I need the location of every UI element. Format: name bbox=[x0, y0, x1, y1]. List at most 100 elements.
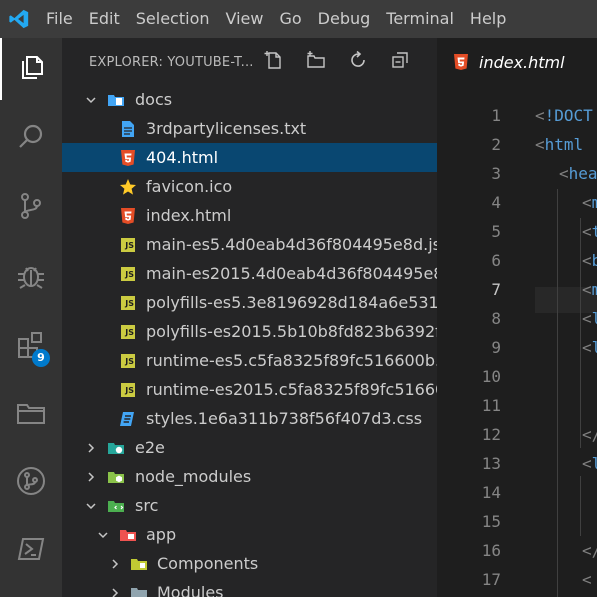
tree-item-label: main-es2015.4d0eab4d36f804495e8... bbox=[146, 264, 437, 283]
html5-icon bbox=[452, 53, 470, 71]
line-number: 1 bbox=[491, 106, 501, 125]
code-line: <l bbox=[582, 338, 597, 357]
tree-file-js[interactable]: JS main-es2015.4d0eab4d36f804495e8... bbox=[62, 259, 437, 288]
powershell-activity-button[interactable] bbox=[0, 520, 62, 582]
javascript-icon: JS bbox=[119, 265, 137, 283]
explorer-header: EXPLORER: YOUTUBE-T... bbox=[62, 38, 437, 86]
tree-file-js[interactable]: JS polyfills-es5.3e8196928d184a6e531... bbox=[62, 288, 437, 317]
html5-icon bbox=[119, 207, 137, 225]
menu-debug[interactable]: Debug bbox=[310, 0, 379, 38]
javascript-icon: JS bbox=[119, 323, 137, 341]
tree-item-label: runtime-es5.c5fa8325f89fc516600b.js bbox=[146, 351, 437, 370]
tree-item-label: 3rdpartylicenses.txt bbox=[146, 119, 307, 138]
line-number: 8 bbox=[491, 309, 501, 328]
line-number: 15 bbox=[481, 512, 501, 531]
new-folder-icon bbox=[306, 50, 326, 74]
tree-file-css[interactable]: styles.1e6a311b738f56f407d3.css bbox=[62, 404, 437, 433]
vscode-logo-icon bbox=[0, 0, 38, 38]
git-graph-activity-button[interactable] bbox=[0, 452, 62, 514]
new-file-icon bbox=[264, 50, 284, 74]
menu-file[interactable]: File bbox=[38, 0, 81, 38]
menu-selection[interactable]: Selection bbox=[128, 0, 218, 38]
activity-bar: 9 bbox=[0, 38, 62, 597]
tree-item-label: runtime-es2015.c5fa8325f89fc51660... bbox=[146, 380, 437, 399]
code-line: <l bbox=[582, 309, 597, 328]
tree-item-label: node_modules bbox=[135, 467, 252, 486]
menu-help[interactable]: Help bbox=[462, 0, 514, 38]
folder-app-icon bbox=[119, 526, 137, 544]
menu-view[interactable]: View bbox=[218, 0, 272, 38]
tree-folder-components[interactable]: Components bbox=[62, 549, 437, 578]
debug-activity-button[interactable] bbox=[0, 246, 62, 308]
explorer-activity-button[interactable] bbox=[0, 38, 62, 100]
folder-node-icon bbox=[107, 468, 125, 486]
tree-item-label: e2e bbox=[135, 438, 165, 457]
line-number: 10 bbox=[481, 367, 501, 386]
new-file-button[interactable] bbox=[262, 50, 286, 74]
tree-item-label: polyfills-es5.3e8196928d184a6e531... bbox=[146, 293, 437, 312]
folder-icon bbox=[130, 584, 148, 597]
tree-file-index-html[interactable]: index.html bbox=[62, 201, 437, 230]
source-control-activity-button[interactable] bbox=[0, 177, 62, 239]
chevron-right-icon bbox=[84, 470, 98, 484]
git-graph-icon bbox=[15, 465, 47, 501]
line-number: 17 bbox=[481, 570, 501, 589]
javascript-icon: JS bbox=[119, 236, 137, 254]
tree-item-label: Modules bbox=[157, 583, 224, 597]
chevron-down-icon bbox=[84, 93, 98, 107]
line-number: 16 bbox=[481, 541, 501, 560]
tree-item-label: app bbox=[146, 525, 177, 544]
line-number: 5 bbox=[491, 222, 501, 241]
code-editor[interactable]: 1 2 3 4 5 6 7 8 9 10 11 12 13 14 15 16 17 <!DOCT <html <he… bbox=[437, 86, 597, 597]
tree-file-js[interactable]: JS polyfills-es2015.5b10b8fd823b6392f... bbox=[62, 317, 437, 346]
explorer-actions bbox=[262, 50, 412, 74]
tree-folder-node-modules[interactable]: node_modules bbox=[62, 462, 437, 491]
tab-index-html[interactable]: index.html bbox=[437, 38, 597, 86]
tree-file-js[interactable]: JS runtime-es5.c5fa8325f89fc516600b.js bbox=[62, 346, 437, 375]
folder-activity-button[interactable] bbox=[0, 384, 62, 446]
line-number: 2 bbox=[491, 135, 501, 154]
tree-file-3rdpartylicenses[interactable]: 3rdpartylicenses.txt bbox=[62, 114, 437, 143]
explorer-sidebar: EXPLORER: YOUTUBE-T... docs 3rdpartylice… bbox=[62, 38, 437, 597]
tree-folder-app[interactable]: app bbox=[62, 520, 437, 549]
tree-item-label: index.html bbox=[146, 206, 232, 225]
tree-item-label: Components bbox=[157, 554, 259, 573]
extensions-badge: 9 bbox=[32, 349, 50, 367]
tree-item-label: main-es5.4d0eab4d36f804495e8d.js bbox=[146, 235, 437, 254]
tree-folder-src[interactable]: src bbox=[62, 491, 437, 520]
code-line: </ bbox=[582, 541, 597, 560]
extensions-activity-button[interactable]: 9 bbox=[0, 316, 62, 378]
collapse-all-button[interactable] bbox=[388, 50, 412, 74]
tree-item-label: src bbox=[135, 496, 159, 515]
code-line: <!DOCT bbox=[535, 106, 593, 125]
line-number: 12 bbox=[481, 425, 501, 444]
bug-icon bbox=[15, 259, 47, 295]
tree-folder-modules[interactable]: Modules bbox=[62, 578, 437, 597]
tree-file-js[interactable]: JS runtime-es2015.c5fa8325f89fc51660... bbox=[62, 375, 437, 404]
line-number: 13 bbox=[481, 454, 501, 473]
search-activity-button[interactable] bbox=[0, 108, 62, 170]
new-folder-button[interactable] bbox=[304, 50, 328, 74]
line-number: 11 bbox=[481, 396, 501, 415]
tree-item-label: docs bbox=[135, 90, 173, 109]
tree-file-favicon[interactable]: favicon.ico bbox=[62, 172, 437, 201]
tree-folder-e2e[interactable]: e2e bbox=[62, 433, 437, 462]
chevron-right-icon bbox=[108, 586, 122, 597]
tree-file-404-html[interactable]: 404.html bbox=[62, 143, 437, 172]
line-number: 7 bbox=[491, 280, 501, 299]
refresh-button[interactable] bbox=[346, 50, 370, 74]
code-line: <hea bbox=[559, 164, 597, 183]
line-number: 9 bbox=[491, 338, 501, 357]
tree-folder-docs[interactable]: docs bbox=[62, 85, 437, 114]
menu-terminal[interactable]: Terminal bbox=[378, 0, 462, 38]
collapse-all-icon bbox=[390, 50, 410, 74]
chevron-right-icon bbox=[84, 441, 98, 455]
folder-src-icon bbox=[107, 497, 125, 515]
terminal-icon bbox=[16, 534, 46, 568]
menu-go[interactable]: Go bbox=[271, 0, 309, 38]
menu-edit[interactable]: Edit bbox=[81, 0, 128, 38]
folder-icon bbox=[15, 397, 47, 433]
tree-item-label: polyfills-es2015.5b10b8fd823b6392f... bbox=[146, 322, 437, 341]
code-line: <b bbox=[582, 251, 597, 270]
tree-file-js[interactable]: JS main-es5.4d0eab4d36f804495e8d.js bbox=[62, 230, 437, 259]
